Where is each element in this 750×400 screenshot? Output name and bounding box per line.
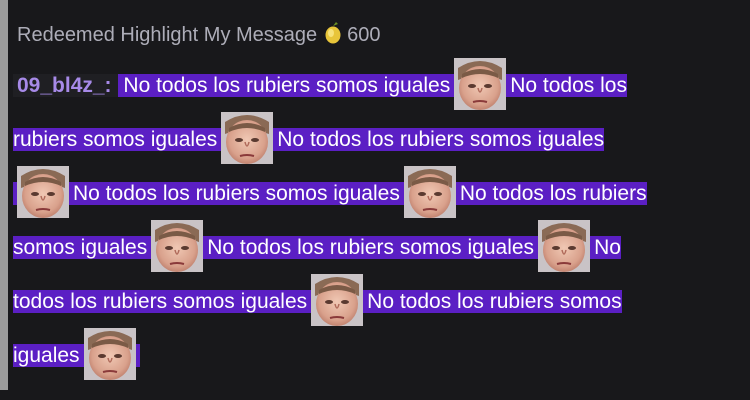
face-emote[interactable] bbox=[17, 166, 69, 218]
face-emote[interactable] bbox=[454, 58, 507, 110]
face-emote[interactable] bbox=[538, 220, 591, 272]
chat-username[interactable]: 09_bl4z_: bbox=[13, 74, 118, 97]
message-phrase: No todos los rubiers somos iguales bbox=[117, 74, 451, 97]
message-phrase: No todos los rubiers bbox=[459, 182, 647, 205]
message-phrase: No todos los rubiers somos iguales bbox=[73, 182, 400, 205]
message-phrase: iguales bbox=[13, 344, 80, 367]
highlight-accent-bar bbox=[0, 0, 8, 390]
bits-coin-icon bbox=[323, 21, 343, 53]
message-text: rubiers somos iguales No todos los rubier… bbox=[13, 112, 605, 164]
message-text: No todos los rubiers somos iguales No tod… bbox=[13, 166, 647, 218]
message-phrase: No bbox=[594, 236, 621, 259]
message-text: iguales bbox=[13, 328, 140, 380]
message-phrase: todos los rubiers somos iguales bbox=[13, 290, 308, 313]
face-emote[interactable] bbox=[83, 328, 136, 380]
face-emote[interactable] bbox=[221, 112, 274, 164]
message-phrase: No todos los bbox=[510, 74, 627, 97]
redemption-label: Redeemed Highlight My Message bbox=[17, 24, 318, 46]
face-emote[interactable] bbox=[311, 274, 364, 326]
message-line: todos los rubiers somos iguales No todos … bbox=[13, 274, 731, 328]
chat-message: Redeemed Highlight My Message 600 09_bl4z… bbox=[0, 0, 750, 390]
message-line: 09_bl4z_: No todos los rubiers somos igu… bbox=[13, 58, 731, 112]
message-phrase: somos iguales bbox=[13, 236, 148, 259]
face-emote[interactable] bbox=[151, 220, 204, 272]
highlighted-message: 09_bl4z_: No todos los rubiers somos igu… bbox=[13, 58, 731, 382]
message-text: somos iguales No todos los rubiers somos … bbox=[13, 220, 621, 272]
message-line: iguales bbox=[13, 328, 731, 382]
face-emote[interactable] bbox=[403, 166, 456, 218]
redemption-header: Redeemed Highlight My Message 600 bbox=[17, 21, 381, 53]
redemption-cost: 600 bbox=[347, 24, 381, 46]
message-phrase: No todos los rubiers somos iguales bbox=[277, 128, 605, 151]
message-line: rubiers somos iguales No todos los rubier… bbox=[13, 112, 731, 166]
message-phrase: rubiers somos iguales bbox=[13, 128, 218, 151]
message-text: No todos los rubiers somos iguales No tod… bbox=[117, 58, 627, 110]
message-phrase: No todos los rubiers somos iguales bbox=[207, 236, 535, 259]
message-line: No todos los rubiers somos iguales No tod… bbox=[13, 166, 731, 220]
message-line: somos iguales No todos los rubiers somos … bbox=[13, 220, 731, 274]
message-phrase: No todos los rubiers somos bbox=[367, 290, 622, 313]
message-text: todos los rubiers somos iguales No todos … bbox=[13, 274, 622, 326]
